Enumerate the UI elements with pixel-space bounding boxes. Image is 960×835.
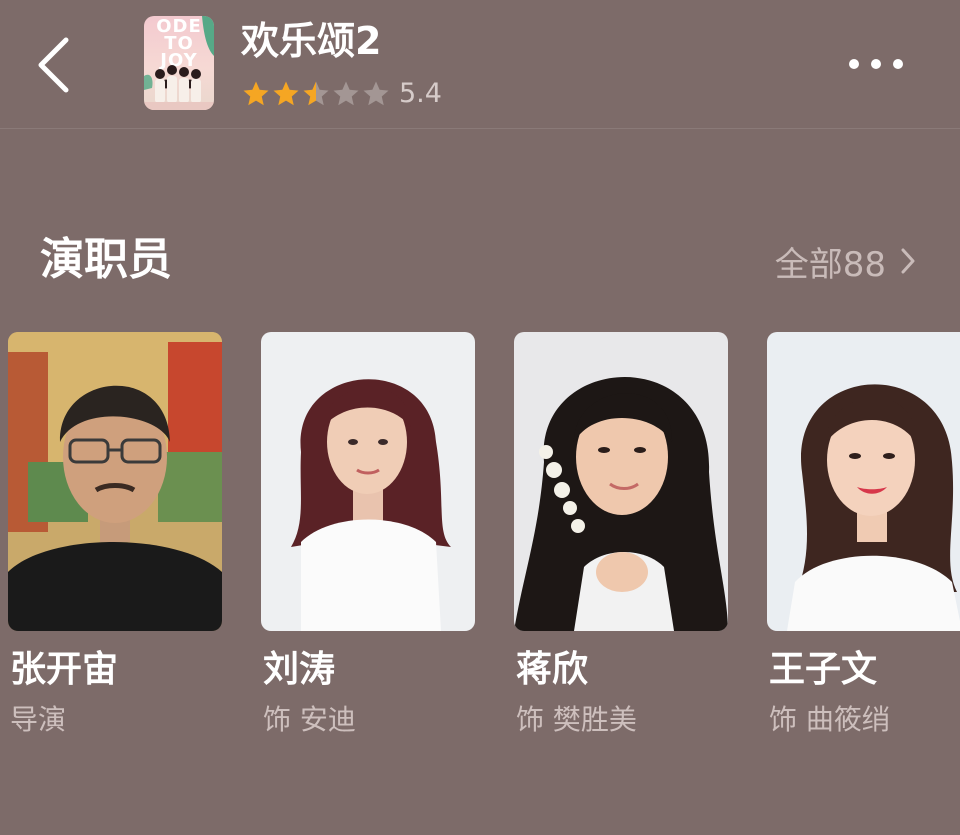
cast-card[interactable]: 张开宙 导演: [8, 332, 222, 736]
chevron-left-icon: [38, 37, 69, 93]
view-all-cast-link[interactable]: 全部88: [774, 238, 918, 285]
cast-role: 导演: [10, 703, 67, 736]
cast-card[interactable]: 蒋欣 饰 樊胜美: [514, 332, 728, 736]
more-options-button[interactable]: [840, 46, 912, 82]
cast-photo: [261, 332, 475, 631]
show-poster[interactable]: ODE TO JOY: [144, 16, 214, 110]
rating-score: 5.4: [399, 78, 442, 109]
show-title: 欢乐颂2: [241, 19, 382, 63]
cast-photo: [514, 332, 728, 631]
cast-photo: [8, 332, 222, 631]
cast-name: 王子文: [769, 649, 878, 690]
more-dots-icon: [849, 59, 903, 69]
star-empty-icon: [333, 81, 359, 106]
view-all-label: 全部88: [774, 244, 886, 285]
cast-name: 蒋欣: [516, 649, 589, 690]
cast-role: 饰 安迪: [263, 703, 356, 736]
star-full-icon: [243, 81, 269, 106]
cast-card[interactable]: 王子文 饰 曲筱绡: [767, 332, 960, 736]
cast-name: 刘涛: [263, 649, 336, 690]
cast-role: 饰 樊胜美: [516, 703, 637, 736]
cast-name: 张开宙: [10, 649, 119, 690]
back-button[interactable]: [30, 30, 80, 100]
star-rating: 5.4: [241, 78, 442, 110]
star-half-icon: [303, 81, 329, 106]
star-full-icon: [273, 81, 299, 106]
chevron-right-icon: [901, 248, 915, 274]
poster-cast-graphic: [144, 16, 214, 110]
top-bar: ODE TO JOY 欢乐颂2 5.4: [0, 0, 960, 129]
cast-role: 饰 曲筱绡: [769, 703, 890, 736]
cast-card[interactable]: 刘涛 饰 安迪: [261, 332, 475, 736]
cast-photo: [767, 332, 960, 631]
section-title: 演职员: [40, 234, 172, 285]
star-empty-icon: [363, 81, 389, 106]
